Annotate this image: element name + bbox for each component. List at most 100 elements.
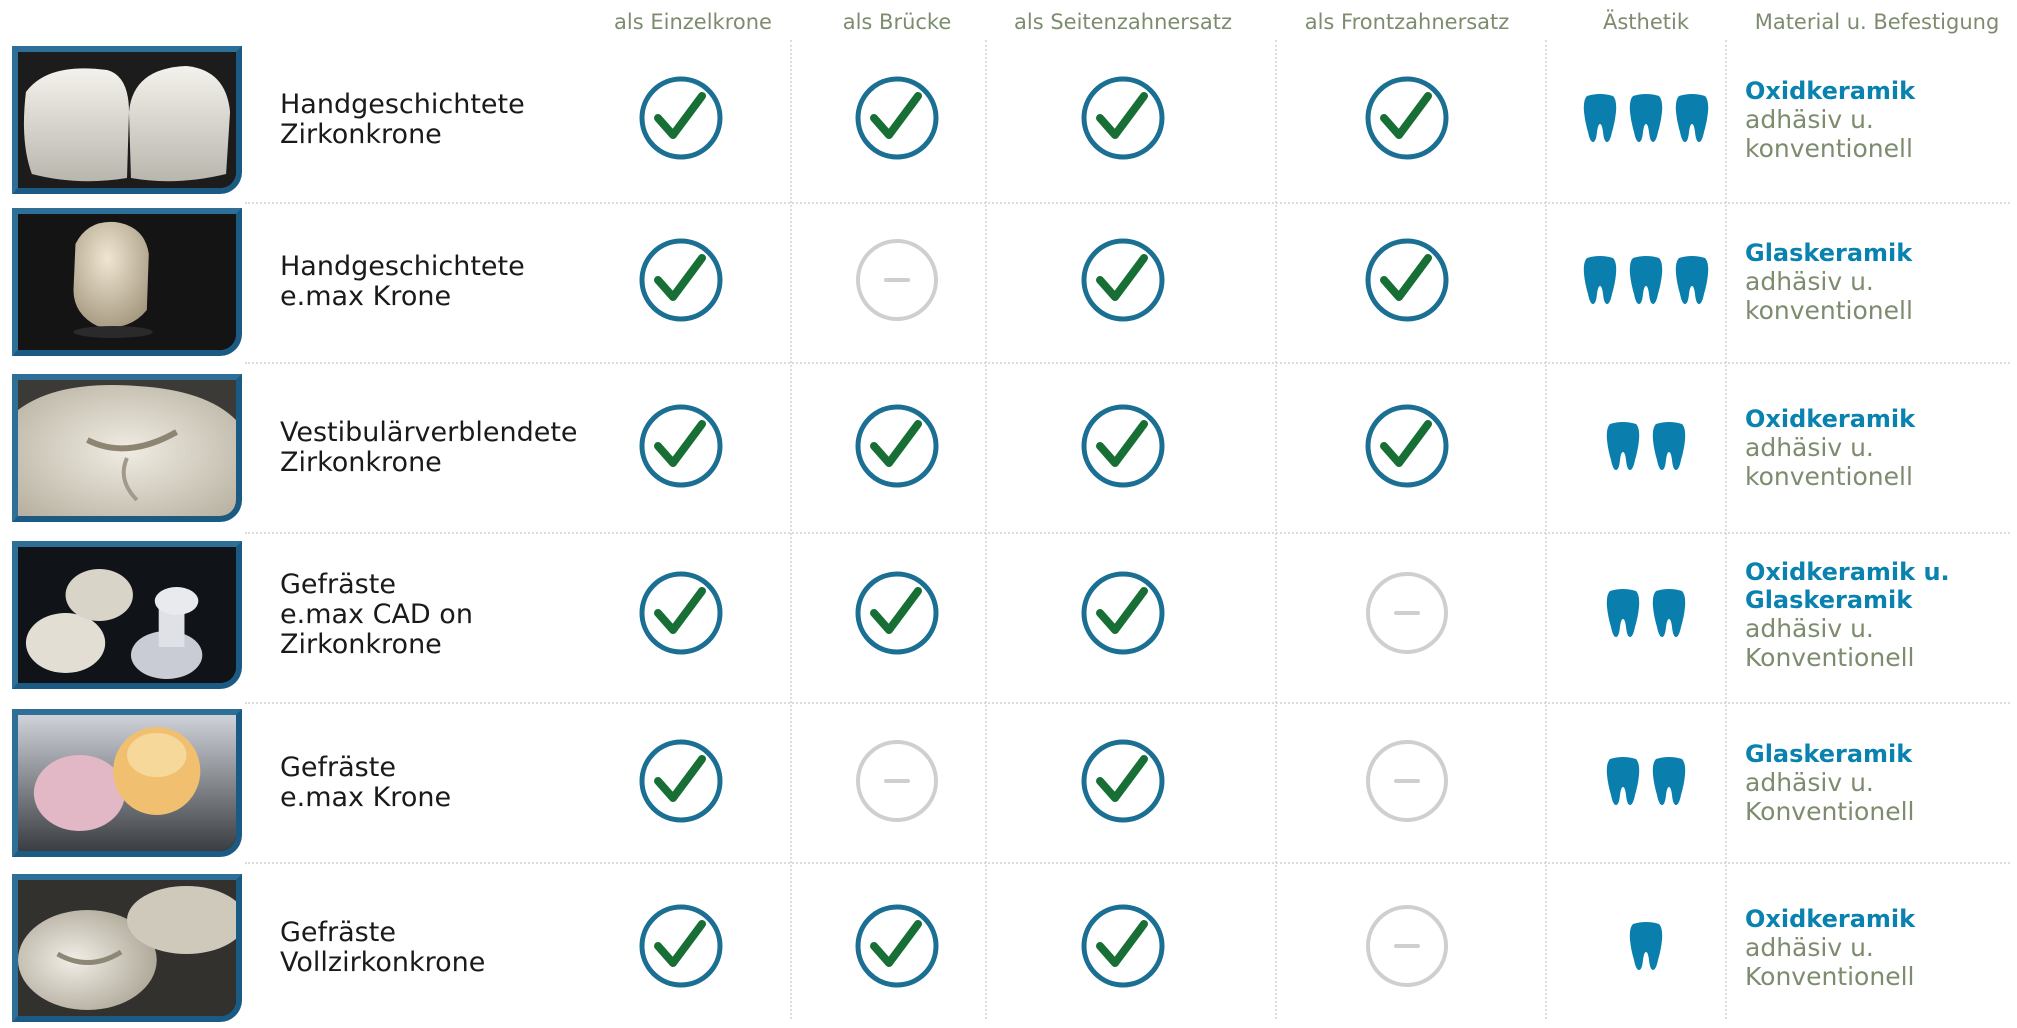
fixation-text: Konventionell [1745,962,1915,991]
crown-photo [12,541,242,689]
crown-name-line: Gefräste [280,752,396,783]
crown-name-line: Handgeschichtete [280,89,525,120]
crown-name-line: Gefräste [280,917,396,948]
material-name: Glaskeramik [1745,740,1913,768]
header-einzelkrone: als Einzelkrone [614,10,772,34]
tooth-icon [1652,757,1686,805]
table-row: Gefräste e.max Krone Glaskeramik adhäsiv u.… [0,703,2017,863]
tooth-icon [1629,256,1663,304]
crown-name-line: Zirkonkrone [280,629,442,660]
comparison-table: als Einzelkrone als Brücke als Seitenzah… [0,0,2017,1025]
dash-circle-icon [856,740,938,822]
check-circle-icon [639,739,723,823]
check-circle-icon [639,238,723,322]
fixation-text: adhäsiv u. [1745,933,1874,962]
check-circle-icon [1365,238,1449,322]
crown-name-line: Zirkonkrone [280,447,442,478]
header-aesthetik: Ästhetik [1603,10,1689,34]
tooth-icon [1583,94,1617,142]
fixation-text: Konventionell [1745,643,1915,672]
fixation-text: konventionell [1745,462,1913,491]
material-name: Oxidkeramik [1745,77,1916,105]
crown-name: Handgeschichtete e.max Krone [280,202,600,362]
check-circle-icon [1081,404,1165,488]
crown-name-line: Vollzirkonkrone [280,947,486,978]
tooth-icon [1606,757,1640,805]
fixation-text: adhäsiv u. [1745,614,1874,643]
check-circle-icon [639,571,723,655]
crown-photo [12,709,242,857]
material-info: Oxidkeramik adhäsiv u. Konventionell [1745,868,2015,1028]
aesthetics-rating [1628,920,1664,976]
crown-name-line: Gefräste [280,569,396,600]
dash-circle-icon [1366,905,1448,987]
material-info: Glaskeramik adhäsiv u. Konventionell [1745,703,2015,863]
tooth-icon [1675,94,1709,142]
header-seitenzahnersatz: als Seitenzahnersatz [1014,10,1232,34]
table-row: Vestibulärverblendete Zirkonkrone Oxidkera… [0,368,2017,528]
crown-photo [12,208,242,356]
tooth-icon [1652,589,1686,637]
check-circle-icon [1081,739,1165,823]
crown-name: Gefräste e.max CAD on Zirkonkrone [280,535,600,695]
material-name: Oxidkeramik [1745,905,1916,933]
table-row: Gefräste Vollzirkonkrone Oxidkeramik adhäsi… [0,868,2017,1028]
material-info: Glaskeramik adhäsiv u. konventionell [1745,202,2015,362]
check-circle-icon [855,76,939,160]
aesthetics-rating [1605,587,1687,643]
row-divider [245,362,2010,364]
crown-name-line: Zirkonkrone [280,119,442,150]
tooth-icon [1652,422,1686,470]
check-circle-icon [1081,904,1165,988]
material-name: Glaskeramik [1745,239,1913,267]
material-info: Oxidkeramik adhäsiv u. konventionell [1745,40,2015,200]
header-material: Material u. Befestigung [1754,10,2000,34]
table-row: Handgeschichtete e.max Krone Glaskeramik ad… [0,202,2017,362]
tooth-icon [1583,256,1617,304]
material-name: Glaskeramik [1745,586,1913,614]
dash-circle-icon [1366,740,1448,822]
aesthetics-rating [1582,254,1710,310]
fixation-text: Konventionell [1745,797,1915,826]
fixation-text: adhäsiv u. [1745,267,1874,296]
fixation-text: adhäsiv u. [1745,105,1874,134]
table-row: Handgeschichtete Zirkonkrone Oxidkeramik ad… [0,40,2017,200]
crown-name: Handgeschichtete Zirkonkrone [280,40,600,200]
dash-circle-icon [1366,572,1448,654]
check-circle-icon [1081,238,1165,322]
crown-name-line: Handgeschichtete [280,251,525,282]
check-circle-icon [855,904,939,988]
tooth-icon [1629,922,1663,970]
material-info: Oxidkeramik adhäsiv u. konventionell [1745,368,2015,528]
aesthetics-rating [1582,92,1710,148]
check-circle-icon [639,404,723,488]
aesthetics-rating [1605,755,1687,811]
check-circle-icon [855,571,939,655]
check-circle-icon [855,404,939,488]
header-bruecke: als Brücke [842,10,952,34]
header-frontzahnersatz: als Frontzahnersatz [1304,10,1510,34]
crown-photo [12,374,242,522]
fixation-text: adhäsiv u. [1745,768,1874,797]
crown-photo [12,46,242,194]
fixation-text: adhäsiv u. [1745,433,1874,462]
crown-name-line: e.max Krone [280,782,452,813]
check-circle-icon [1365,404,1449,488]
tooth-icon [1675,256,1709,304]
aesthetics-rating [1605,420,1687,476]
tooth-icon [1606,422,1640,470]
table-row: Gefräste e.max CAD on Zirkonkrone Oxidkeram… [0,535,2017,695]
material-name: Oxidkeramik [1745,405,1916,433]
crown-name-line: e.max CAD on [280,599,473,630]
row-divider [245,532,2010,534]
crown-name-line: Vestibulärverblendete [280,417,578,448]
tooth-icon [1606,589,1640,637]
check-circle-icon [639,904,723,988]
tooth-icon [1629,94,1663,142]
crown-photo [12,874,242,1022]
check-circle-icon [639,76,723,160]
check-circle-icon [1081,76,1165,160]
fixation-text: konventionell [1745,296,1913,325]
material-info: Oxidkeramik u. Glaskeramik adhäsiv u. Konve… [1745,535,2015,695]
crown-name-line: e.max Krone [280,281,452,312]
